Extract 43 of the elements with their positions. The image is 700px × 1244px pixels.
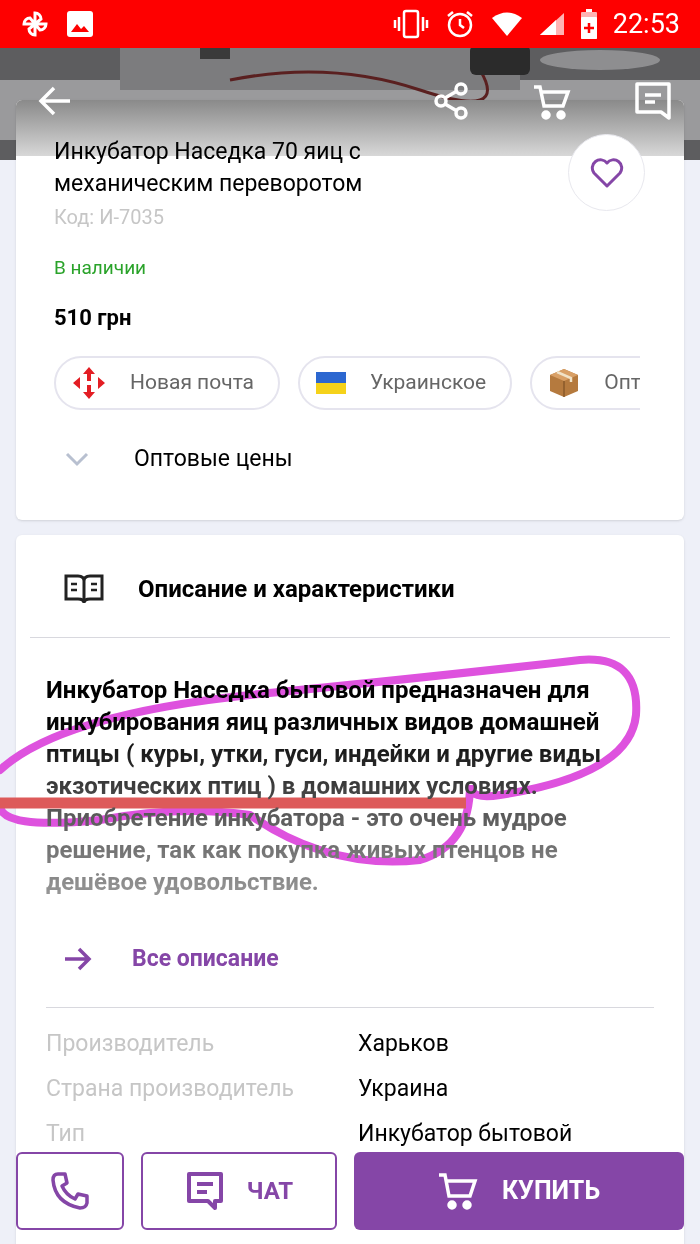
signal-icon <box>538 12 565 36</box>
image-icon <box>66 10 94 38</box>
phone-icon <box>50 1171 90 1211</box>
battery-icon <box>580 9 597 39</box>
chat-icon[interactable] <box>633 82 673 120</box>
spec-value: Украина <box>358 1073 449 1104</box>
product-price: 510 грн <box>54 303 133 332</box>
chip-label: Опт <box>604 369 640 397</box>
wifi-icon <box>490 11 523 37</box>
chip-label: Новая почта <box>130 369 254 397</box>
availability-status: В наличии <box>54 255 148 281</box>
vibrate-icon <box>392 9 429 39</box>
flag-icon <box>316 372 346 394</box>
pinwheel-icon <box>20 9 50 39</box>
package-icon <box>548 367 581 399</box>
heart-icon <box>589 157 624 188</box>
wholesale-toggle[interactable]: Оптовые цены <box>64 442 293 477</box>
back-icon[interactable] <box>38 85 72 117</box>
arrow-right-icon <box>64 947 92 972</box>
chat-icon <box>184 1171 225 1211</box>
cart-icon[interactable] <box>533 84 571 120</box>
spec-value: Харьков <box>358 1028 449 1059</box>
chip-label: Украинское <box>370 369 487 397</box>
spec-label: Производитель <box>46 1028 216 1059</box>
buy-button[interactable]: КУПИТЬ <box>354 1152 684 1230</box>
call-button[interactable] <box>16 1152 124 1230</box>
cart-icon <box>437 1171 478 1211</box>
all-description-link[interactable]: Все описание <box>64 942 684 977</box>
delivery-logo-icon <box>72 366 106 400</box>
chevron-icon <box>64 451 90 468</box>
share-icon[interactable] <box>433 82 469 120</box>
clock-time: 22:53 <box>612 6 680 42</box>
chat-button[interactable]: ЧАТ <box>141 1152 337 1230</box>
spec-value: Инкубатор бытовой <box>358 1118 573 1149</box>
book-icon <box>64 573 104 605</box>
spec-label: Страна производитель <box>46 1073 295 1104</box>
delivery-chip[interactable]: Новая почта <box>54 356 280 410</box>
spec-label: Тип <box>46 1118 87 1149</box>
product-code: Код: И-7035 <box>54 204 165 231</box>
delivery-chip[interactable]: Опт <box>530 356 640 410</box>
product-title: Инкубатор Наседка 70 яиц с механическим переворотом <box>54 137 364 199</box>
delivery-chip[interactable]: Украинское <box>298 356 513 410</box>
section-heading: Описание и характеристики <box>138 574 455 605</box>
